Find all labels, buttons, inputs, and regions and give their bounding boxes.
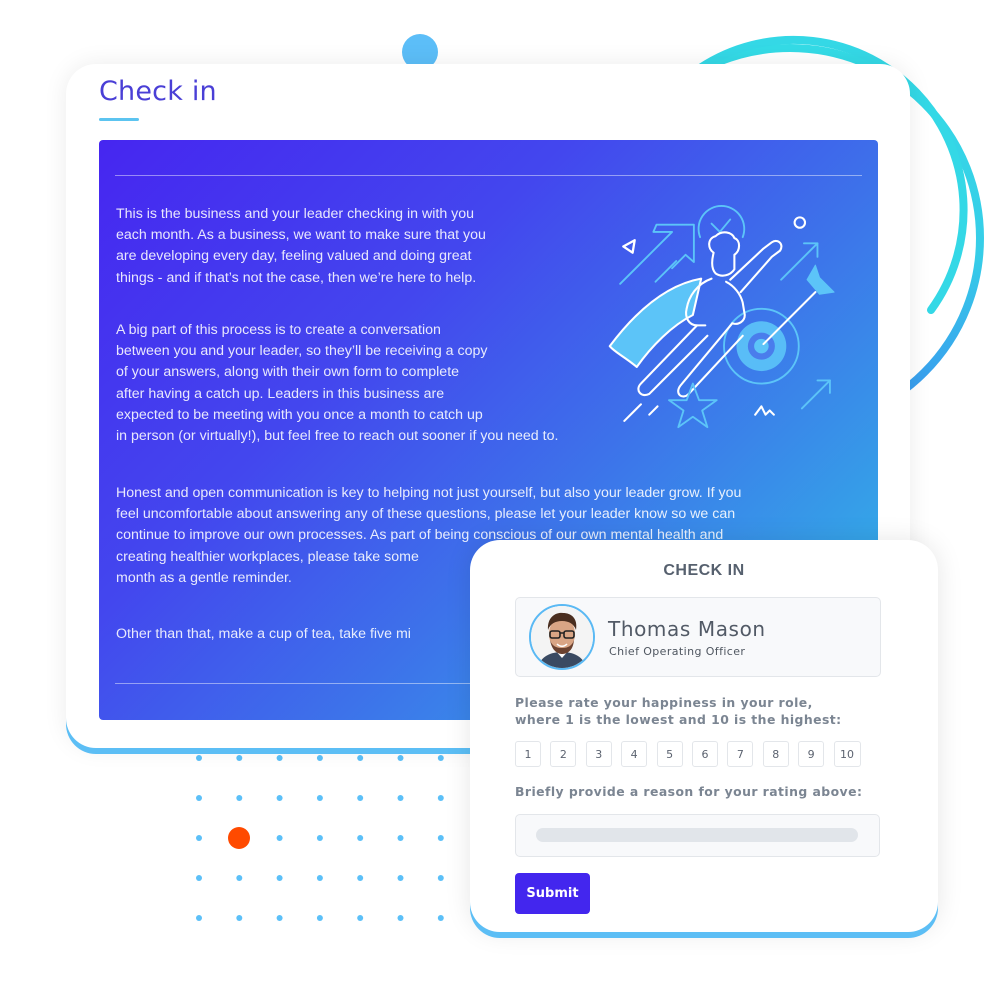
intro-paragraph-2: A big part of this process is to create … [116, 320, 558, 447]
rating-question-line: Please rate your happiness in your role, [515, 695, 813, 710]
decorative-dot [196, 835, 202, 841]
decorative-dot [397, 875, 404, 881]
title-underline [99, 118, 139, 121]
decorative-dot [196, 875, 202, 881]
reason-input[interactable] [515, 814, 880, 857]
decorative-dot [316, 835, 323, 841]
decorative-dot [397, 915, 404, 921]
decorative-dot [437, 755, 444, 761]
checkin-form-card: CHECK IN Thomas Mason Chief Operating Of… [470, 540, 938, 932]
small-circle-icon [793, 216, 807, 229]
rating-scale: 1 2 3 4 5 6 7 8 9 10 [515, 741, 861, 767]
leader-name: Thomas Mason [608, 617, 766, 641]
decorative-dot [276, 875, 283, 881]
decorative-dot [437, 795, 444, 801]
decorative-dot [357, 795, 364, 801]
triangle-icon [622, 239, 636, 254]
decorative-dot [437, 875, 444, 881]
dart-icon [762, 291, 817, 346]
decorative-dot [236, 795, 243, 801]
rating-option-3[interactable]: 3 [585, 741, 612, 767]
top-divider [115, 175, 862, 176]
rating-option-9[interactable]: 9 [798, 741, 825, 767]
arrow-icon [800, 379, 831, 410]
decorative-dot [357, 875, 364, 881]
decorative-dot [236, 915, 243, 921]
rating-option-1[interactable]: 1 [515, 741, 541, 767]
text-line: This is the business and your leader che… [116, 206, 475, 222]
rating-option-4[interactable]: 4 [621, 741, 648, 767]
rating-option-6[interactable]: 6 [691, 741, 718, 767]
decorative-dot [316, 875, 323, 881]
decorative-dot [236, 755, 243, 761]
rating-option-10[interactable]: 10 [833, 741, 861, 767]
rating-question-line: where 1 is the lowest and 10 is the high… [515, 712, 842, 727]
squiggle-icon [754, 405, 775, 416]
rating-option-8[interactable]: 8 [762, 741, 789, 767]
intro-paragraph-4: Other than that, make a cup of tea, take… [116, 624, 411, 645]
text-line: between you and your leader, so they’ll … [116, 343, 488, 360]
decorative-dot [236, 875, 243, 881]
text-line: are developing every day, feeling valued… [116, 248, 472, 265]
checkmark-icon [710, 218, 732, 233]
text-line: things - and if that’s not the case, the… [116, 269, 477, 286]
page-title: Check in [99, 76, 217, 107]
growth-arrow-icon [619, 223, 695, 285]
text-line: A big part of this process is to create … [116, 322, 441, 338]
text-line: Honest and open communication is key to … [116, 485, 742, 501]
superhero-target-illustration [608, 205, 835, 429]
decorative-dot [357, 755, 364, 761]
text-line: of your answers, along with their own fo… [116, 364, 460, 381]
text-line: Other than that, make a cup of tea, take… [116, 626, 411, 642]
leader-role: Chief Operating Officer [609, 645, 746, 658]
decorative-dot [316, 795, 323, 801]
cape-icon [608, 277, 703, 368]
avatar [529, 604, 595, 670]
decorative-dot [316, 915, 323, 921]
decorative-dot [196, 795, 202, 801]
decorative-dot [437, 835, 444, 841]
decorative-dot [357, 835, 364, 841]
text-line: after having a catch up. Leaders in this… [116, 385, 445, 402]
decorative-dot [397, 755, 404, 761]
decorative-dot [397, 795, 404, 801]
decorative-dot [437, 915, 444, 921]
text-line: feel uncomfortable about answering any o… [116, 506, 736, 523]
text-line: expected to be meeting with you once a m… [116, 406, 483, 423]
checkin-form-title: CHECK IN [663, 562, 745, 579]
decorative-dot [276, 835, 283, 841]
decorative-dot [196, 755, 202, 761]
rating-option-5[interactable]: 5 [656, 741, 683, 767]
submit-button[interactable]: Submit [515, 873, 590, 914]
decorative-dot [276, 915, 283, 921]
decorative-dot [196, 915, 202, 921]
decorative-dot [276, 755, 283, 761]
text-line: each month. As a business, we want to ma… [116, 227, 486, 244]
intro-paragraph-1: This is the business and your leader che… [116, 204, 486, 289]
avatar-photo [531, 606, 593, 668]
decorative-dot [276, 795, 283, 801]
decorative-dot [316, 755, 323, 761]
rating-option-2[interactable]: 2 [550, 741, 577, 767]
reason-question: Briefly provide a reason for your rating… [515, 784, 863, 799]
decorative-dot [397, 835, 404, 841]
reason-placeholder-bar [536, 828, 858, 842]
leader-profile: Thomas Mason Chief Operating Officer [515, 597, 881, 677]
decorative-orange-dot [228, 827, 250, 849]
rating-option-7[interactable]: 7 [727, 741, 754, 767]
rating-question: Please rate your happiness in your role,… [515, 694, 842, 728]
decorative-dot [357, 915, 364, 921]
text-line: in person (or virtually!), but feel free… [116, 428, 559, 445]
